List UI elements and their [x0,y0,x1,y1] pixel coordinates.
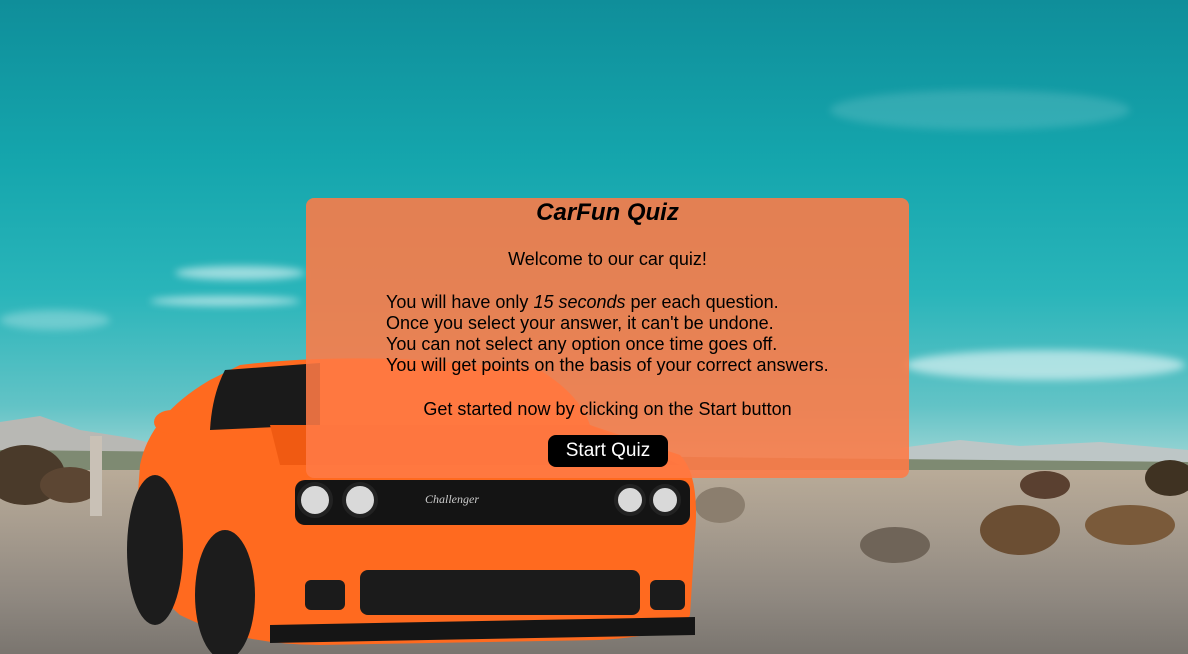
get-started-text: Get started now by clicking on the Start… [423,399,792,419]
rule-time-limit-prefix: You will have only [386,292,534,312]
rule-time-limit-suffix: per each question. [625,292,779,312]
cloud [175,266,305,280]
rule-time-limit: You will have only 15 seconds per each q… [386,292,829,313]
background-scene: Challenger CarFun Quiz Welcome to our ca… [0,0,1188,654]
rule-no-undo: Once you select your answer, it can't be… [386,313,774,333]
cloud [150,296,300,306]
rule-points: You will get points on the basis of your… [386,355,829,375]
welcome-text: Welcome to our car quiz! [508,249,707,269]
quiz-rules: You will have only 15 seconds per each q… [386,292,829,376]
car-badge: Challenger [425,492,479,506]
quiz-title: CarFun Quiz [536,199,679,226]
cloud [0,310,110,330]
quiz-intro-card: CarFun Quiz Welcome to our car quiz! You… [306,198,909,478]
cloud [905,350,1185,380]
rule-time-off: You can not select any option once time … [386,334,778,354]
cloud [830,90,1130,130]
rule-time-limit-value: 15 seconds [533,292,626,312]
start-quiz-button[interactable]: Start Quiz [548,435,668,467]
